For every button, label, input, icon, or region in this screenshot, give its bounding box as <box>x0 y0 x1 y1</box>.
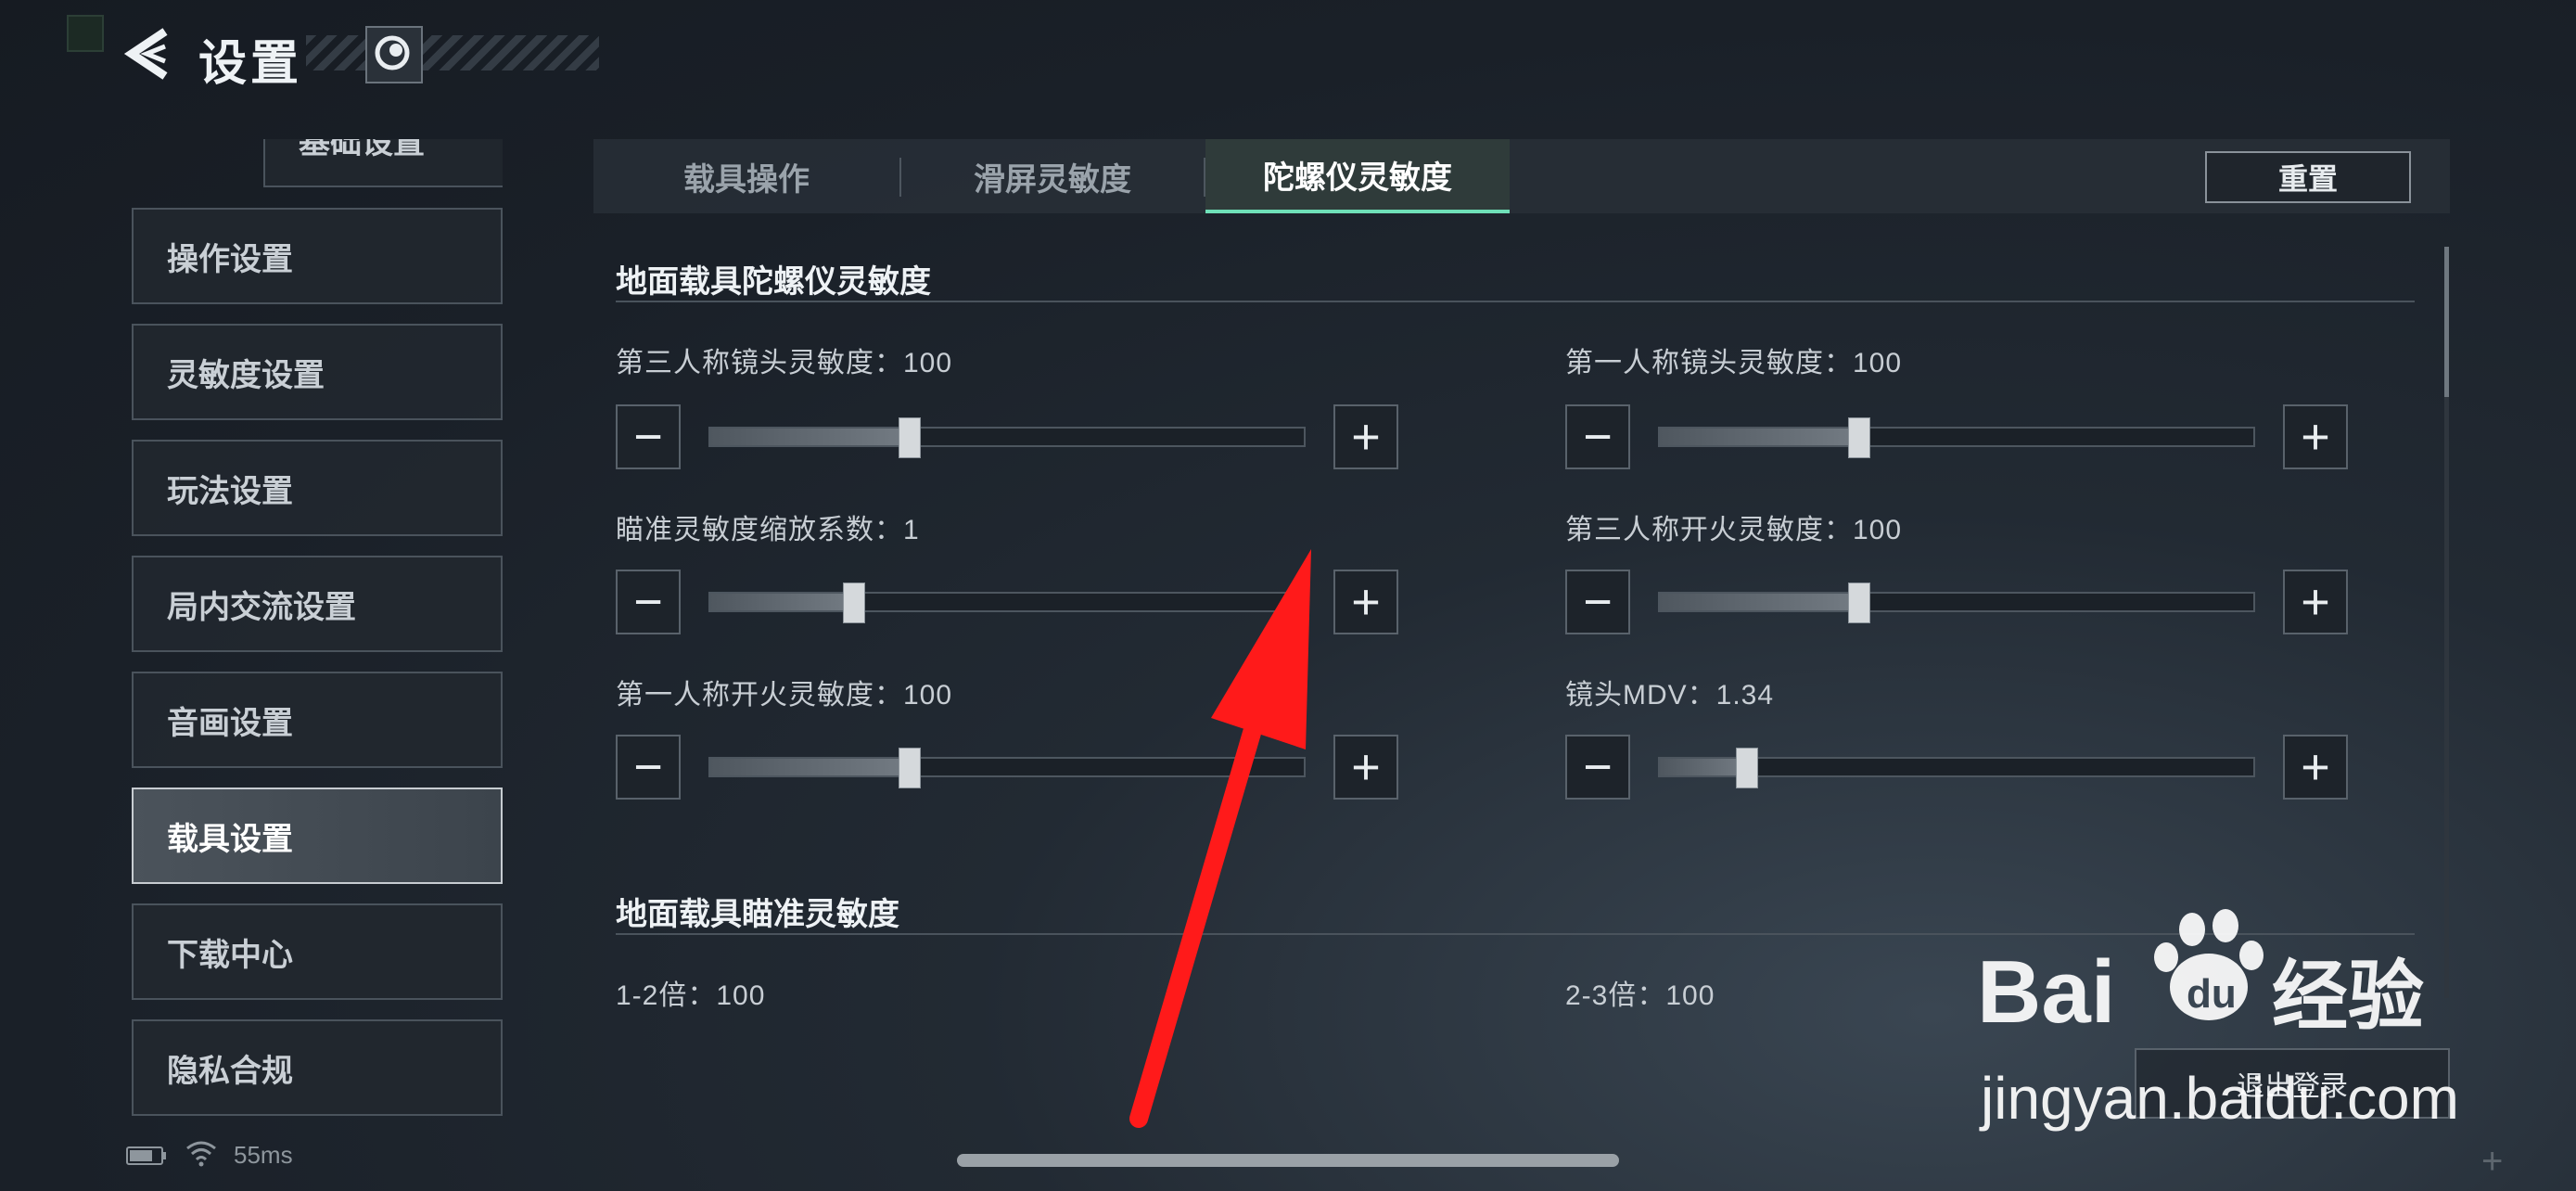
tab-label: 载具操作 <box>683 161 810 198</box>
sidebar-item-basic[interactable]: 基础设置 <box>263 139 503 187</box>
tab-label: 陀螺仪灵敏度 <box>1263 160 1452 196</box>
baidu-jingyan-watermark: Bai du 经验 jingyan.baidu.com <box>1977 909 2459 1132</box>
plus-icon: + <box>1351 739 1381 795</box>
page-title: 设置 <box>198 37 303 91</box>
setting-label: 瞄准灵敏度缩放系数：1 <box>616 515 920 545</box>
tab-swipe-sensitivity[interactable]: 滑屏灵敏度 <box>901 139 1204 213</box>
minus-icon: − <box>633 409 663 465</box>
slider-thumb[interactable] <box>843 583 865 623</box>
minus-icon: − <box>633 739 663 795</box>
sidebar-item-label: 音画设置 <box>167 705 293 741</box>
sidebar-item-label: 灵敏度设置 <box>167 357 325 393</box>
sidebar-item-label: 载具设置 <box>167 821 293 857</box>
svg-text:经验: 经验 <box>2272 953 2424 1041</box>
reset-button[interactable]: 重置 <box>2205 151 2411 203</box>
sidebar-item-label: 下载中心 <box>167 937 293 973</box>
section-title-aim: 地面载具瞄准灵敏度 <box>616 897 899 932</box>
decrement-button[interactable]: − <box>1565 570 1630 634</box>
sidebar-clip: 基础设置 <box>132 139 503 189</box>
sidebar-item-communication[interactable]: 局内交流设置 <box>132 556 503 652</box>
sidebar-item-controls[interactable]: 操作设置 <box>132 208 503 304</box>
slider-thumb[interactable] <box>1848 583 1870 623</box>
increment-button[interactable]: + <box>2283 570 2348 634</box>
sensitivity-slider[interactable] <box>1658 417 2255 458</box>
setting-label: 2-3倍：100 <box>1565 980 1715 1011</box>
increment-button[interactable]: + <box>1333 735 1398 800</box>
slider-thumb[interactable] <box>1848 417 1870 458</box>
avatar-icon[interactable] <box>365 26 423 83</box>
plus-icon: + <box>1351 574 1381 630</box>
minus-icon: − <box>1583 739 1613 795</box>
slider-thumb[interactable] <box>1736 748 1758 788</box>
plus-icon: + <box>1351 409 1381 465</box>
section-divider <box>616 301 2415 302</box>
sensitivity-slider[interactable] <box>708 417 1306 458</box>
tab-vehicle-controls[interactable]: 载具操作 <box>593 139 899 213</box>
crosshair-plus-icon: + <box>2481 1141 2504 1182</box>
minus-icon: − <box>1583 574 1613 630</box>
setting-label: 1-2倍：100 <box>616 980 766 1011</box>
decrement-button[interactable]: − <box>616 570 681 634</box>
scrollbar-thumb[interactable] <box>2444 247 2449 397</box>
setting-label: 第三人称开火灵敏度：100 <box>1565 515 1903 545</box>
tab-gyro-sensitivity[interactable]: 陀螺仪灵敏度 <box>1205 139 1510 213</box>
header-stripe-decoration <box>306 35 599 70</box>
sidebar-item-label: 玩法设置 <box>167 473 293 509</box>
decrement-button[interactable]: − <box>616 404 681 469</box>
watermark-url: jingyan.baidu.com <box>1979 1065 2459 1132</box>
increment-button[interactable]: + <box>2283 735 2348 800</box>
sensitivity-slider[interactable] <box>708 748 1306 788</box>
sidebar-item-sensitivity[interactable]: 灵敏度设置 <box>132 324 503 420</box>
sensitivity-slider[interactable] <box>1658 748 2255 788</box>
ping-readout: 55ms <box>234 1141 293 1169</box>
sensitivity-slider[interactable] <box>708 583 1306 623</box>
setting-label: 第一人称镜头灵敏度：100 <box>1565 348 1903 378</box>
minus-icon: − <box>633 574 663 630</box>
setting-label: 第一人称开火灵敏度：100 <box>616 680 953 711</box>
sidebar-item-label: 操作设置 <box>167 241 293 277</box>
decrement-button[interactable]: − <box>1565 404 1630 469</box>
increment-button[interactable]: + <box>1333 404 1398 469</box>
sidebar-item-label: 基础设置 <box>299 139 425 160</box>
increment-button[interactable]: + <box>1333 570 1398 634</box>
sidebar-item-label: 隐私合规 <box>167 1053 293 1089</box>
decrement-button[interactable]: − <box>1565 735 1630 800</box>
setting-label: 第三人称镜头灵敏度：100 <box>616 348 953 378</box>
sidebar-item-privacy[interactable]: 隐私合规 <box>132 1019 503 1116</box>
sensitivity-slider[interactable] <box>1658 583 2255 623</box>
plus-icon: + <box>2301 574 2330 630</box>
slider-thumb[interactable] <box>899 417 921 458</box>
home-indicator[interactable] <box>957 1154 1619 1167</box>
decrement-button[interactable]: − <box>616 735 681 800</box>
sidebar-item-audio-video[interactable]: 音画设置 <box>132 672 503 768</box>
sidebar-item-gameplay[interactable]: 玩法设置 <box>132 440 503 536</box>
back-arrow-icon[interactable] <box>122 26 174 82</box>
sidebar-item-downloads[interactable]: 下载中心 <box>132 903 503 1000</box>
sidebar-item-label: 局内交流设置 <box>167 589 356 625</box>
setting-label: 镜头MDV：1.34 <box>1565 680 1775 711</box>
plus-icon: + <box>2301 739 2330 795</box>
battery-icon <box>126 1146 166 1165</box>
slider-thumb[interactable] <box>899 748 921 788</box>
wifi-icon <box>186 1141 216 1167</box>
svg-text:du: du <box>2187 971 2237 1017</box>
sidebar-item-vehicle[interactable]: 载具设置 <box>132 788 503 884</box>
minus-icon: − <box>1583 409 1613 465</box>
corner-marker <box>67 15 104 52</box>
tab-label: 滑屏灵敏度 <box>974 161 1131 198</box>
section-title-gyro: 地面载具陀螺仪灵敏度 <box>616 264 931 300</box>
plus-icon: + <box>2301 409 2330 465</box>
increment-button[interactable]: + <box>2283 404 2348 469</box>
svg-text:Bai: Bai <box>1977 942 2115 1042</box>
